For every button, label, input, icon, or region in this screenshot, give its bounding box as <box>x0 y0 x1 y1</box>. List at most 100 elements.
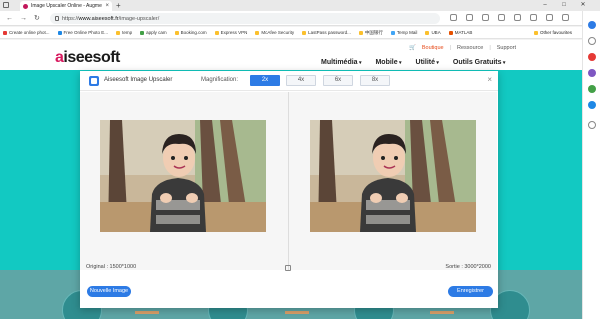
bookmark-item[interactable]: apply cam <box>140 30 167 35</box>
dialog-header: Aiseesoft Image Upscaler Magnification: … <box>80 71 498 91</box>
add-sidebar-app-icon[interactable] <box>588 121 596 129</box>
dialog-close-icon[interactable]: × <box>487 75 492 84</box>
extensions-icon[interactable] <box>482 14 489 21</box>
bookmark-item[interactable]: Create online phot... <box>3 30 50 35</box>
original-preview-pane <box>80 92 288 270</box>
bookmark-item[interactable]: LastPass password... <box>302 30 351 35</box>
tab-image-upscaler[interactable]: Image Upscaler Online - Augmen × <box>20 1 112 11</box>
forward-icon[interactable]: → <box>20 14 27 23</box>
other-bookmarks[interactable]: Other favourites <box>533 30 572 35</box>
bookmark-label: Booking.com <box>180 30 207 35</box>
search-icon[interactable] <box>588 37 596 45</box>
step-arrow <box>135 311 159 314</box>
bookmark-label: UBA <box>431 30 441 35</box>
site-favicon-icon <box>23 3 28 9</box>
bookmark-item[interactable]: MATLAB <box>448 30 472 35</box>
original-photo <box>100 120 266 232</box>
bookmark-label: apply cam <box>146 30 167 35</box>
bookmark-label: 中国银行 <box>364 29 383 35</box>
bookmark-favicon-icon <box>425 30 430 35</box>
bookmark-item[interactable]: Booking.com <box>174 30 207 35</box>
read-aloud-icon[interactable] <box>450 14 457 21</box>
more-menu-icon[interactable] <box>562 14 569 21</box>
bookmark-item[interactable]: McAfee Security <box>255 30 294 35</box>
bookmark-item[interactable]: Free Online Photo E... <box>57 30 108 35</box>
outlook-icon[interactable] <box>588 101 596 109</box>
folder-icon <box>533 30 538 35</box>
bookmark-favicon-icon <box>390 30 395 35</box>
url-text: https://www.aiseesoft.fr/image-upscaler/ <box>62 15 160 22</box>
step-arrow <box>430 311 454 314</box>
main-navigation: Multimédia Mobile Utilité Outils Gratuit… <box>321 59 505 66</box>
shop-link[interactable]: Boutique <box>422 45 444 51</box>
step-arrow <box>285 311 309 314</box>
bookmark-label: McAfee Security <box>261 30 295 35</box>
tab-title: Image Upscaler Online - Augmen <box>31 3 103 9</box>
profile-icon[interactable] <box>546 14 553 21</box>
cart-icon[interactable]: 🛒 <box>409 45 416 51</box>
bookmark-favicon-icon <box>302 30 307 35</box>
other-bookmarks-label: Other favourites <box>539 30 572 35</box>
divider: | <box>489 45 491 51</box>
refresh-icon[interactable]: ↻ <box>34 14 40 23</box>
bookmark-favicon-icon <box>214 30 219 35</box>
collections-icon[interactable] <box>530 14 537 21</box>
lock-icon <box>55 16 59 21</box>
bookmark-item[interactable]: Express VPN <box>214 30 248 35</box>
workspaces-icon[interactable] <box>3 2 9 8</box>
magnification-8x-button[interactable]: 8x <box>360 75 390 86</box>
bing-chat-icon[interactable] <box>588 21 596 29</box>
upscaler-dialog: Aiseesoft Image Upscaler Magnification: … <box>80 71 498 308</box>
save-button[interactable]: Enregistrer <box>448 286 493 297</box>
nav-utility[interactable]: Utilité <box>416 59 439 66</box>
maximize-icon[interactable]: □ <box>555 0 573 10</box>
divider: | <box>449 45 452 51</box>
bookmark-favicon-icon <box>140 30 145 35</box>
games-icon[interactable] <box>588 85 596 93</box>
resource-link[interactable]: Ressource <box>457 45 483 51</box>
page-content: aiseesoft 🛒 Boutique | Ressource | Suppo… <box>0 40 582 319</box>
new-image-button[interactable]: Nouvelle Image <box>87 286 131 297</box>
bookmark-favicon-icon <box>255 30 260 35</box>
magnification-4x-button[interactable]: 4x <box>286 75 316 86</box>
bookmark-favicon-icon <box>3 30 7 35</box>
bookmark-label: temp <box>122 30 133 35</box>
tab-close-icon[interactable]: × <box>105 3 109 9</box>
bookmark-item[interactable]: 中国银行 <box>358 29 383 36</box>
nav-multimedia[interactable]: Multimédia <box>321 59 361 66</box>
bookmark-item[interactable]: temp <box>116 30 132 35</box>
dialog-footer: Original : 1500*1000 Sortie : 3000*2000 … <box>80 264 498 308</box>
tab-actions <box>3 2 9 8</box>
magnification-6x-button[interactable]: 6x <box>323 75 353 86</box>
bookmark-favicon-icon <box>57 30 62 35</box>
bookmark-favicon-icon <box>448 30 453 35</box>
new-tab-button[interactable]: + <box>116 1 121 10</box>
window-close-icon[interactable]: ✕ <box>574 0 592 10</box>
bookmark-favicon-icon <box>174 30 179 35</box>
compare-icon[interactable] <box>285 265 291 271</box>
minimize-icon[interactable]: – <box>536 0 554 10</box>
dialog-title: Aiseesoft Image Upscaler <box>104 77 173 83</box>
tools-icon[interactable] <box>588 69 596 77</box>
address-bar[interactable]: https://www.aiseesoft.fr/image-upscaler/ <box>50 13 440 24</box>
bookmark-label: LastPass password... <box>308 30 351 35</box>
site-logo[interactable]: aiseesoft <box>55 49 120 67</box>
support-link[interactable]: Support <box>497 45 516 51</box>
nav-mobile[interactable]: Mobile <box>375 59 401 66</box>
browser-sidebar <box>582 11 600 319</box>
shopping-icon[interactable] <box>588 53 596 61</box>
back-icon[interactable]: ← <box>6 14 13 23</box>
bookmark-item[interactable]: Temp Mail <box>390 30 417 35</box>
magnification-2x-button[interactable]: 2x <box>250 75 280 86</box>
favorites-icon[interactable] <box>514 14 521 21</box>
favorite-star-icon[interactable] <box>466 14 473 21</box>
bookmark-label: Express VPN <box>220 30 248 35</box>
navigation-bar: ← → ↻ https://www.aiseesoft.fr/image-ups… <box>0 11 600 26</box>
nav-free-tools[interactable]: Outils Gratuits <box>453 59 506 66</box>
tab-strip: Image Upscaler Online - Augmen × + – □ ✕ <box>0 0 600 11</box>
split-screen-icon[interactable] <box>498 14 505 21</box>
bookmark-label: Create online phot... <box>9 30 50 35</box>
child-photo-upscaled-image <box>310 120 476 232</box>
toolbar-icons <box>450 14 569 21</box>
bookmark-item[interactable]: UBA <box>425 30 441 35</box>
